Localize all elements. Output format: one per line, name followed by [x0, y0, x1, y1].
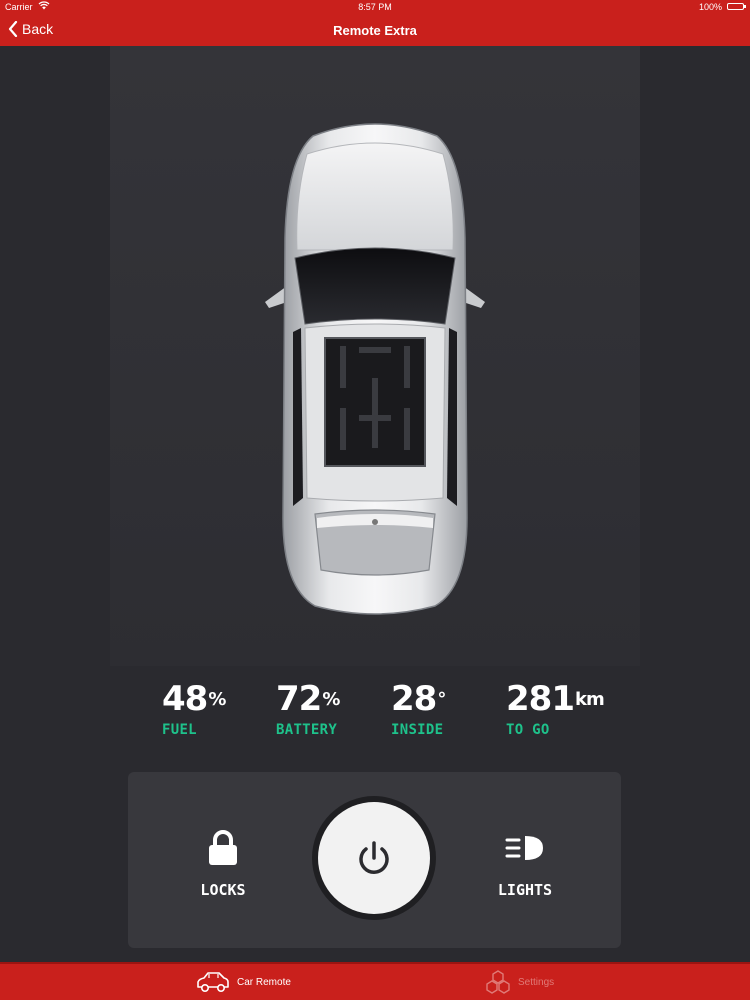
locks-button[interactable]: LOCKS [190, 830, 256, 899]
inside-temp-unit: ° [437, 689, 446, 710]
range-unit: km [574, 689, 605, 710]
back-button[interactable]: Back [8, 21, 53, 37]
settings-icon [486, 970, 510, 994]
battery-percent: 100% [698, 2, 722, 12]
inside-temp-stat: 28° INSIDE [391, 679, 446, 738]
range-value: 281 [506, 679, 575, 719]
locks-label: LOCKS [200, 881, 246, 899]
inside-temp-label: INSIDE [391, 722, 444, 738]
range-stat: 281km TO GO [506, 679, 605, 738]
tab-bar: Car Remote Settings [0, 962, 750, 1000]
status-bar: Carrier 8:57 PM 100% [0, 0, 750, 14]
power-button[interactable] [318, 802, 430, 914]
battery-label: BATTERY [276, 722, 338, 738]
battery-stat: 72% BATTERY [276, 679, 340, 738]
control-panel: LOCKS LIGHTS [128, 772, 621, 948]
vehicle-stats: 48% FUEL 72% BATTERY 28° INSIDE 281km TO… [160, 679, 605, 750]
fuel-label: FUEL [162, 722, 197, 738]
range-label: TO GO [506, 722, 550, 738]
headlight-icon [505, 836, 543, 860]
tab-car-remote-label: Car Remote [237, 976, 291, 988]
lock-icon [209, 830, 237, 865]
lights-label: LIGHTS [497, 881, 553, 899]
battery-value: 72 [276, 679, 322, 719]
inside-temp-value: 28 [391, 679, 437, 719]
clock: 8:57 PM [358, 2, 392, 12]
car-top-view-image [263, 118, 487, 618]
fuel-unit: % [208, 689, 226, 710]
battery-unit: % [322, 689, 340, 710]
page-title: Remote Extra [333, 23, 417, 38]
lights-button[interactable]: LIGHTS [490, 830, 560, 899]
tab-car-remote[interactable]: Car Remote [195, 964, 291, 1000]
fuel-stat: 48% FUEL [162, 679, 226, 738]
tab-settings-label: Settings [518, 976, 555, 988]
car-icon [197, 972, 229, 993]
back-label: Back [22, 21, 54, 37]
fuel-value: 48 [162, 679, 208, 719]
chevron-left-icon [8, 21, 18, 37]
battery-icon [727, 3, 746, 10]
power-icon [359, 841, 389, 874]
tab-settings[interactable]: Settings [484, 964, 554, 1000]
nav-bar: Back Remote Extra [0, 14, 750, 46]
